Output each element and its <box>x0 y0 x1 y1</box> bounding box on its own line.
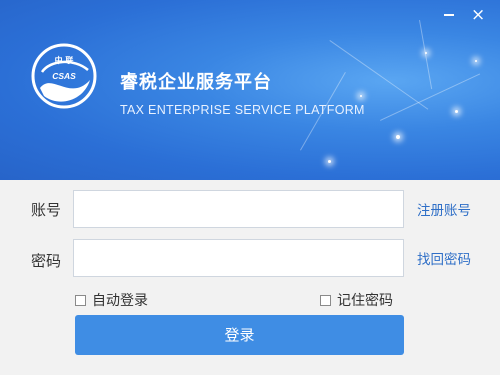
account-input[interactable] <box>73 190 404 228</box>
remember-password-label: 记住密码 <box>337 293 393 309</box>
decorative-star <box>360 95 362 97</box>
account-label: 账号 <box>31 201 62 219</box>
close-icon[interactable]: × <box>471 7 485 24</box>
auto-login-checkbox[interactable]: 自动登录 <box>75 290 148 310</box>
svg-text:CSAS: CSAS <box>52 71 76 81</box>
decorative-star <box>328 160 331 163</box>
decorative-star <box>475 60 477 62</box>
register-account-link[interactable]: 注册账号 <box>417 199 471 219</box>
header-banner: × 中 联 CSAS 睿税企业服务平台 TAX ENTERPRISE SERVI… <box>0 0 500 180</box>
checkbox-box[interactable] <box>75 294 86 306</box>
login-window: × 中 联 CSAS 睿税企业服务平台 TAX ENTERPRISE SERVI… <box>0 0 500 375</box>
login-button[interactable]: 登录 <box>75 315 404 355</box>
auto-login-label: 自动登录 <box>92 293 148 309</box>
recover-password-link[interactable]: 找回密码 <box>417 248 471 268</box>
checkbox-box[interactable] <box>320 294 331 306</box>
decorative-star <box>425 52 427 54</box>
svg-text:中 联: 中 联 <box>55 55 74 65</box>
password-label: 密码 <box>31 252 62 270</box>
decorative-star <box>455 110 458 113</box>
minimize-icon[interactable] <box>442 8 456 22</box>
app-logo: 中 联 CSAS <box>31 43 97 109</box>
app-subtitle: TAX ENTERPRISE SERVICE PLATFORM <box>120 103 365 117</box>
decorative-star <box>396 135 400 139</box>
password-input[interactable] <box>73 239 404 277</box>
remember-password-checkbox[interactable]: 记住密码 <box>320 290 393 310</box>
app-title: 睿税企业服务平台 <box>120 72 272 93</box>
